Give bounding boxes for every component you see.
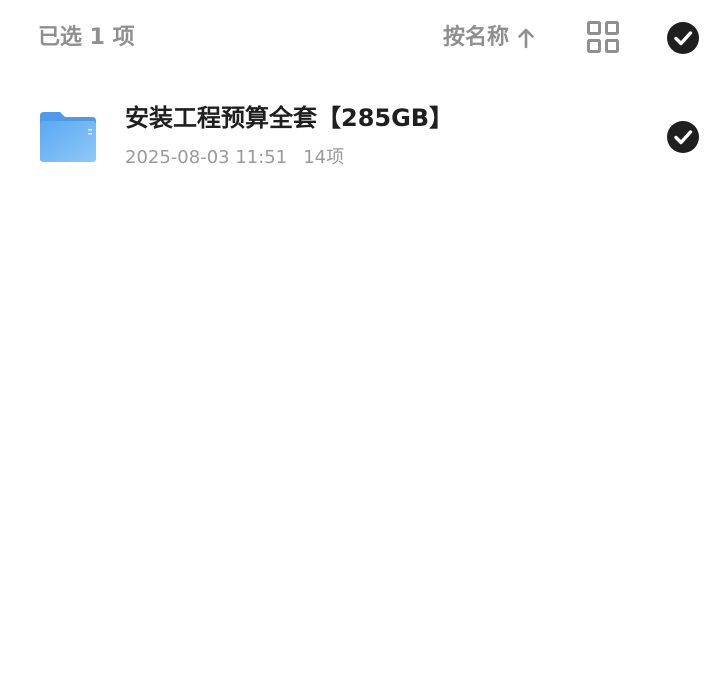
check-circle-icon — [667, 121, 699, 157]
grid-icon — [587, 21, 619, 57]
modified-time: 2025-08-03 11:51 — [125, 147, 288, 168]
file-meta: 2025-08-03 11:51 14项 — [125, 146, 344, 170]
list-item[interactable]: 安装工程预算全套【285GB】 2025-08-03 11:51 14项 — [0, 88, 714, 188]
selected-count-label: 已选 1 项 — [38, 25, 135, 50]
arrow-up-icon — [517, 27, 535, 49]
check-circle-icon — [667, 22, 699, 58]
selection-toolbar: 已选 1 项 按名称 — [0, 0, 714, 78]
folder-icon — [38, 110, 98, 164]
sort-label: 按名称 — [443, 25, 510, 50]
file-list: 安装工程预算全套【285GB】 2025-08-03 11:51 14项 — [0, 88, 714, 188]
file-selection-page: 已选 1 项 按名称 安装工程预算全套【285GB】 2025-08-03 11… — [0, 0, 714, 691]
sort-by-name-button[interactable]: 按名称 — [443, 22, 535, 54]
item-select-checkbox[interactable] — [667, 121, 699, 153]
grid-view-button[interactable] — [587, 21, 619, 53]
select-all-button[interactable] — [667, 22, 699, 54]
item-count: 14项 — [303, 147, 345, 168]
file-name: 安装工程预算全套【285GB】 — [125, 104, 454, 132]
